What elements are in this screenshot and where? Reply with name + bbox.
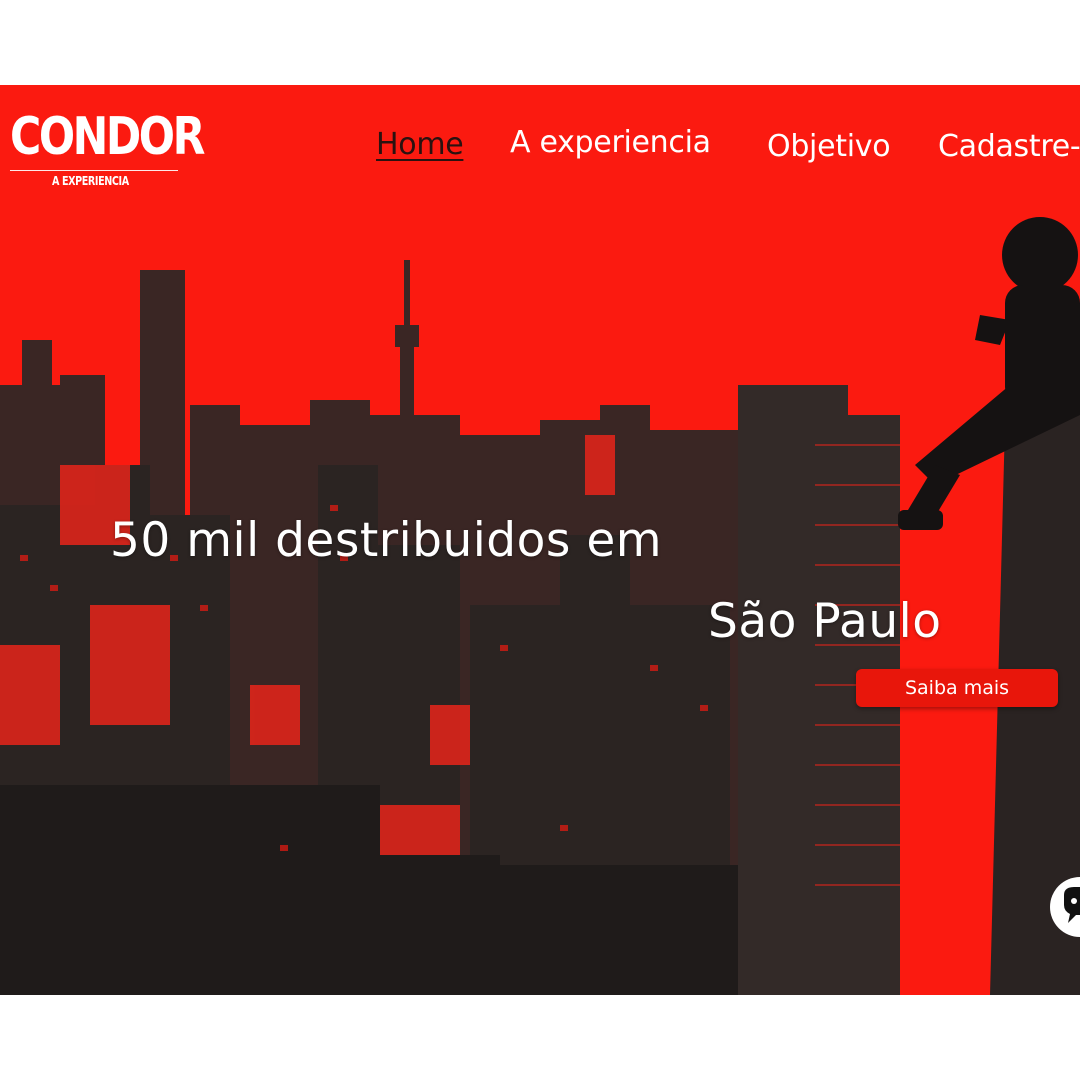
hero-headline-line-2: São Paulo xyxy=(708,594,942,649)
nav-link-cadastre[interactable]: Cadastre-se xyxy=(938,129,1080,164)
hero-section: CONDOR A EXPERIENCIA Home A experiencia … xyxy=(0,85,1080,995)
chat-bubble-icon[interactable] xyxy=(1050,877,1080,937)
nav-link-home[interactable]: Home xyxy=(376,127,464,162)
hero-headline-line-1: 50 mil destribuidos em xyxy=(110,513,663,568)
nav-link-objetivo[interactable]: Objetivo xyxy=(767,129,891,164)
chat-icon xyxy=(1051,878,1080,936)
nav-link-experiencia[interactable]: A experiencia xyxy=(510,125,711,160)
saiba-mais-button[interactable]: Saiba mais xyxy=(856,669,1058,707)
main-navigation: Home A experiencia Objetivo Cadastre-se xyxy=(0,85,1080,215)
